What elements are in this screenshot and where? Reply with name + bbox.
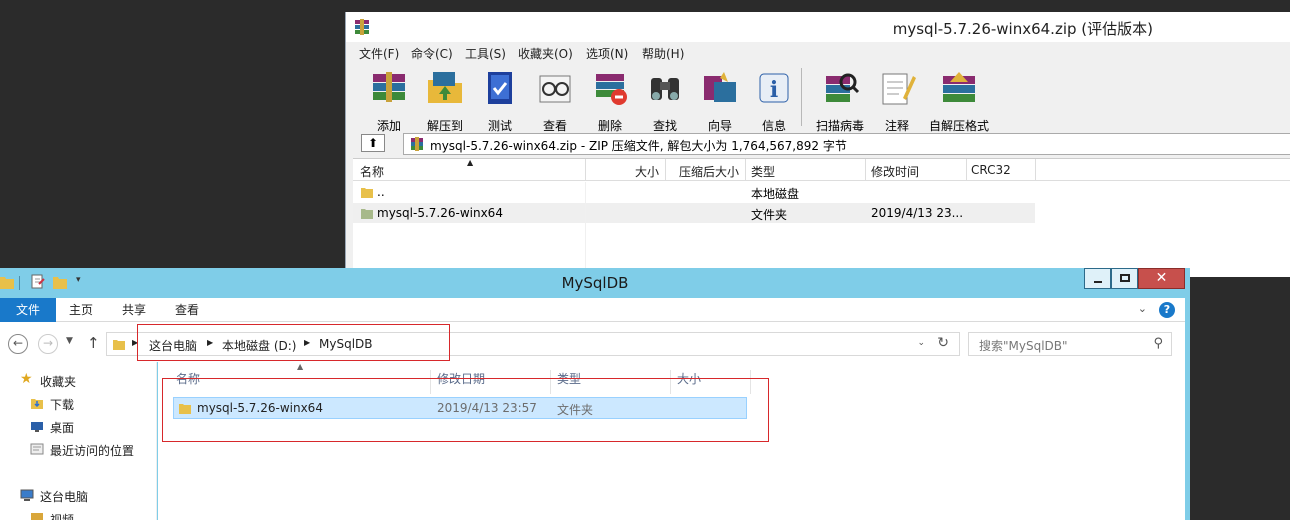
nav-videos[interactable]: 视频: [0, 508, 150, 520]
explorer-title: MySqlDB: [561, 274, 629, 292]
binoculars-icon: [651, 78, 679, 100]
winrar-toolbar: 添加 解压到 测试 查看 删除 查找 向导 i 信息 扫描病毒 注释 自解压格式: [346, 66, 1290, 136]
view-glasses-icon: [539, 75, 571, 103]
maximize-icon: [1120, 274, 1130, 282]
back-button[interactable]: ←: [8, 334, 28, 354]
col-name[interactable]: 名称: [360, 163, 384, 180]
help-icon[interactable]: ?: [1159, 302, 1175, 318]
winrar-address-text: mysql-5.7.26-winx64.zip - ZIP 压缩文件, 解包大小…: [430, 139, 847, 153]
list-item[interactable]: mysql-5.7.26-winx64 文件夹 2019/4/13 23...: [353, 203, 1035, 223]
sort-arrow-icon: ▲: [297, 362, 304, 371]
winrar-list-header: 名称 ▲ 大小 压缩后大小 类型 修改时间 CRC32: [353, 158, 1290, 181]
comment-pen-icon: [882, 73, 916, 105]
toolbar-separator: [801, 68, 802, 126]
forward-button[interactable]: →: [38, 334, 58, 354]
computer-icon: [20, 489, 34, 501]
folder-icon: [113, 340, 125, 350]
col-packed[interactable]: 压缩后大小: [679, 163, 739, 180]
search-input[interactable]: 搜索"MySqlDB" ⚲: [968, 332, 1172, 356]
winrar-title: mysql-5.7.26-winx64.zip (评估版本): [892, 20, 1153, 38]
up-folder-button[interactable]: ⬆: [361, 134, 385, 152]
info-button[interactable]: i 信息: [744, 66, 804, 134]
comment-button[interactable]: 注释: [867, 66, 927, 134]
test-book-icon: [488, 72, 512, 104]
add-button[interactable]: 添加: [359, 66, 419, 134]
refresh-icon[interactable]: ↻: [937, 335, 949, 351]
folder-icon: [361, 188, 373, 198]
col-type[interactable]: 类型: [751, 163, 775, 180]
menu-help[interactable]: 帮助(H): [642, 45, 684, 62]
tab-home[interactable]: 主页: [66, 298, 96, 322]
star-icon: ★: [20, 371, 33, 387]
wizard-button[interactable]: 向导: [690, 66, 750, 134]
minimize-icon: [1094, 281, 1102, 283]
winrar-titlebar: mysql-5.7.26-winx64.zip (评估版本): [346, 12, 1290, 42]
menu-options[interactable]: 选项(N): [586, 45, 628, 62]
navigation-pane: ★ 收藏夹 下载 桌面 最近访问的位置 这台电脑 视频: [0, 362, 157, 520]
delete-button[interactable]: 删除: [580, 66, 640, 134]
winrar-menubar: 文件(F) 命令(C) 工具(S) 收藏夹(O) 选项(N) 帮助(H): [346, 42, 1290, 64]
explorer-titlebar: ▾ MySqlDB ✕: [0, 268, 1190, 298]
extract-folder-icon: [428, 72, 462, 103]
test-button[interactable]: 测试: [470, 66, 530, 134]
search-placeholder: 搜索"MySqlDB": [979, 339, 1068, 353]
add-archive-icon: [373, 72, 405, 102]
recent-places-icon: [30, 443, 44, 455]
close-icon: ✕: [1155, 270, 1168, 286]
col-crc32[interactable]: CRC32: [971, 163, 1011, 177]
view-button[interactable]: 查看: [525, 66, 585, 134]
sfx-button[interactable]: 自解压格式: [926, 66, 992, 134]
file-highlight-box: [162, 378, 769, 442]
tab-file[interactable]: 文件: [0, 298, 56, 322]
nav-recent-places[interactable]: 最近访问的位置: [0, 439, 150, 461]
delete-icon: [596, 74, 627, 105]
up-arrow-icon: ⬆: [367, 136, 379, 150]
menu-command[interactable]: 命令(C): [411, 45, 453, 62]
nav-downloads[interactable]: 下载: [0, 393, 150, 415]
winrar-window: mysql-5.7.26-winx64.zip (评估版本) 文件(F) 命令(…: [345, 12, 1290, 282]
search-icon: ⚲: [1153, 336, 1163, 351]
nav-desktop[interactable]: 桌面: [0, 416, 150, 438]
tab-share[interactable]: 共享: [119, 298, 149, 322]
desktop-icon: [31, 422, 43, 432]
find-button[interactable]: 查找: [635, 66, 695, 134]
back-arrow-icon: ←: [12, 336, 24, 350]
extract-to-button[interactable]: 解压到: [415, 66, 475, 134]
up-button[interactable]: ↑: [87, 334, 100, 352]
list-item[interactable]: .. 本地磁盘: [353, 182, 1035, 202]
downloads-icon: [31, 399, 43, 409]
virus-scan-button[interactable]: 扫描病毒: [810, 66, 870, 134]
zip-icon: [411, 137, 423, 151]
col-size[interactable]: 大小: [635, 163, 659, 180]
menu-tools[interactable]: 工具(S): [465, 45, 506, 62]
nav-this-pc[interactable]: 这台电脑: [0, 485, 150, 507]
maximize-button[interactable]: [1111, 268, 1138, 289]
winrar-file-list: 名称 ▲ 大小 压缩后大小 类型 修改时间 CRC32 .. 本地磁盘 mysq…: [353, 158, 1290, 282]
forward-arrow-icon: →: [42, 336, 54, 350]
minimize-button[interactable]: [1084, 268, 1111, 289]
info-icon: i: [759, 73, 789, 103]
nav-favorites[interactable]: ★ 收藏夹: [0, 370, 150, 392]
virus-scan-icon: [826, 73, 860, 102]
wizard-icon: [704, 72, 736, 102]
col-modified[interactable]: 修改时间: [871, 163, 919, 180]
recent-locations-icon[interactable]: ▼: [66, 336, 73, 346]
ribbon-expand-icon[interactable]: ⌄: [1138, 302, 1147, 315]
close-button[interactable]: ✕: [1138, 268, 1185, 289]
folder-icon: [361, 209, 373, 219]
breadcrumb-highlight-box: [137, 324, 450, 361]
menu-favorites[interactable]: 收藏夹(O): [518, 45, 573, 62]
address-dropdown-icon[interactable]: ⌄: [917, 338, 925, 348]
tab-view[interactable]: 查看: [172, 298, 202, 322]
winrar-address-row: ⬆ mysql-5.7.26-winx64.zip - ZIP 压缩文件, 解包…: [346, 130, 1290, 158]
winrar-address-field[interactable]: mysql-5.7.26-winx64.zip - ZIP 压缩文件, 解包大小…: [403, 133, 1290, 155]
ribbon-tabs: 文件 主页 共享 查看 ⌄ ?: [0, 298, 1185, 322]
svg-text:i: i: [770, 77, 778, 103]
videos-icon: [31, 513, 43, 520]
menu-file[interactable]: 文件(F): [359, 45, 399, 62]
sfx-archive-icon: [943, 72, 975, 102]
sort-arrow-icon: ▲: [467, 158, 474, 167]
